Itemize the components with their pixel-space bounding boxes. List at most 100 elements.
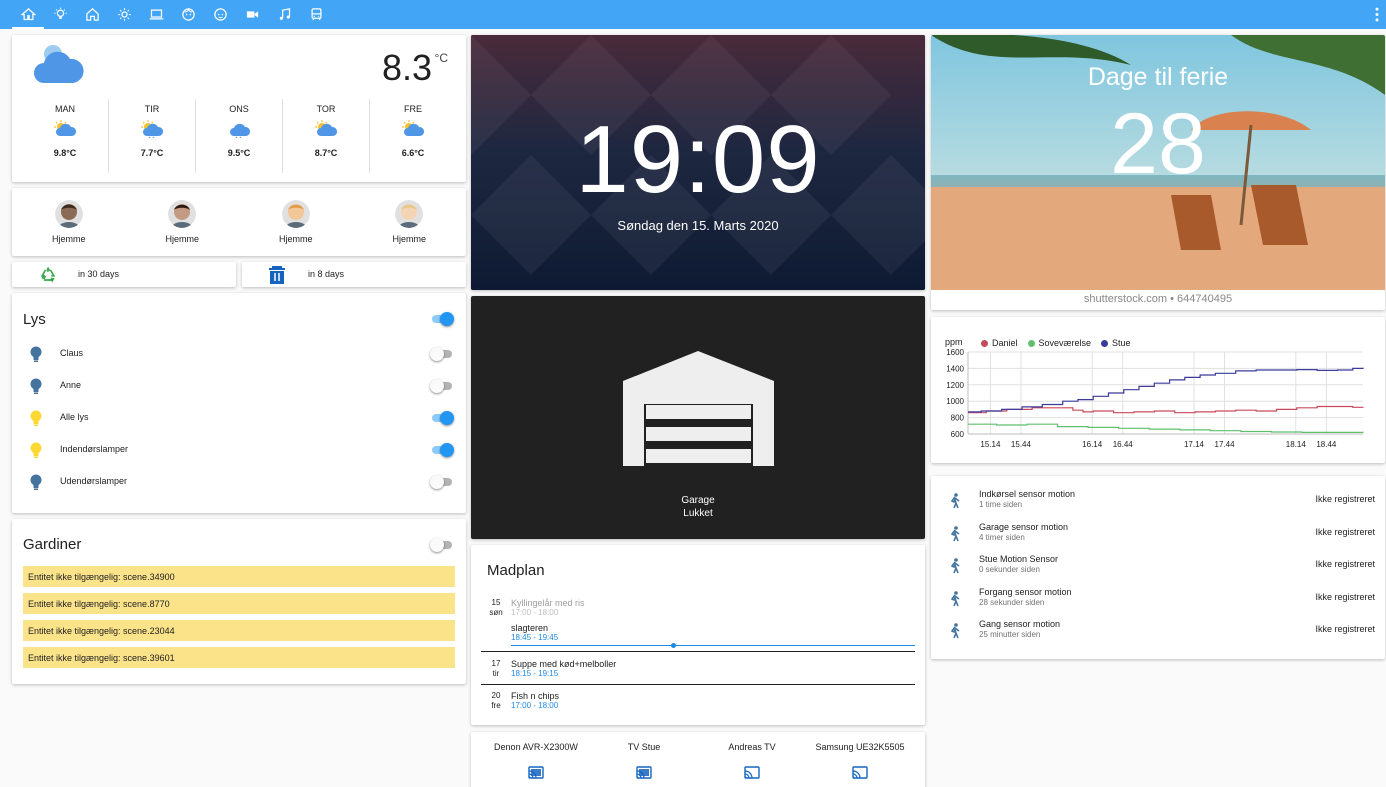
- motion-sensor-last-changed: 0 sekunder siden: [979, 565, 1040, 575]
- cloud-rain-icon: [196, 114, 282, 144]
- tab-lights[interactable]: [44, 0, 76, 29]
- co2-chart-card: Daniel Soveværelse Stue ppm 1600 1400 1200 100…: [931, 317, 1385, 463]
- calendar-date: 15 søn: [489, 598, 503, 617]
- x-tick-label: 17.44: [1215, 440, 1236, 449]
- person-badge[interactable]: Hjemme: [137, 200, 227, 244]
- motion-sensor-name: Garage sensor motion: [979, 521, 1069, 532]
- lightbulb-icon[interactable]: [30, 410, 42, 431]
- calendar-event[interactable]: slagteren 18:45 - 19:45: [511, 623, 558, 642]
- forecast-day-name: ONS: [229, 104, 249, 114]
- motion-sensor-row[interactable]: Gang sensor motion 25 minutter siden Ikke …: [931, 616, 1385, 648]
- tab-home[interactable]: [12, 0, 44, 29]
- person-state: Hjemme: [165, 234, 199, 244]
- light-label: Udendørslamper: [60, 476, 128, 486]
- lys-master-toggle[interactable]: [430, 312, 454, 326]
- media-player-name: Samsung UE32K5505: [815, 742, 905, 752]
- motion-sensor-last-changed: 25 minutter siden: [979, 630, 1041, 640]
- divider: [481, 684, 915, 685]
- gardiner-master-toggle[interactable]: [430, 538, 454, 552]
- lys-card: Lys Claus Anne Alle lys Indendørslamper Uden…: [12, 293, 466, 513]
- calendar-event[interactable]: Suppe med kød+melboller 18:15 - 19:15: [511, 659, 616, 678]
- person-badge[interactable]: Hjemme: [251, 200, 341, 244]
- overflow-menu-button[interactable]: [1370, 0, 1384, 29]
- motion-sensor-row[interactable]: Indkørsel sensor motion 1 time siden Ikke …: [931, 486, 1385, 518]
- tab-video[interactable]: [236, 0, 268, 29]
- forecast-day-name: FRE: [404, 104, 422, 114]
- x-tick-label: 15.14: [980, 440, 1001, 449]
- light-toggle[interactable]: [430, 443, 454, 457]
- walk-icon: [949, 525, 961, 547]
- lightbulb-icon[interactable]: [30, 442, 42, 463]
- lightbulb-icon[interactable]: [30, 378, 42, 399]
- forecast-day: MAN 9.8°C: [22, 99, 109, 173]
- light-toggle[interactable]: [430, 379, 454, 393]
- partly-cloudy-sun-icon: [370, 114, 456, 144]
- motion-sensor-name: Forgang sensor motion: [979, 586, 1072, 597]
- garage-card[interactable]: Garage Lukket: [471, 296, 925, 539]
- forecast-day-name: TIR: [144, 104, 160, 114]
- motion-sensor-last-changed: 28 sekunder siden: [979, 597, 1045, 607]
- light-row: Claus: [12, 342, 466, 366]
- weather-card[interactable]: 8.3 °C MAN 9.8°C TIR 7.7°C ONS 9.5°C TOR 8.7°C F…: [12, 35, 466, 182]
- y-tick-label: 800: [951, 414, 965, 423]
- motion-sensor-last-changed: 4 timer siden: [979, 532, 1025, 542]
- walk-icon: [949, 558, 961, 579]
- garage-name: Garage: [681, 495, 715, 506]
- person-badge[interactable]: Hjemme: [24, 200, 114, 244]
- clock-date: Søndag den 15. Marts 2020: [617, 218, 779, 233]
- tab-face-1[interactable]: [172, 0, 204, 29]
- gardiner-card: Gardiner Entitet ikke tilgængelig: scene…: [12, 519, 466, 684]
- calendar-event[interactable]: Fish n chips 17:00 - 18:00: [511, 691, 559, 710]
- lightbulb-icon[interactable]: [30, 346, 42, 367]
- garage-state: Lukket: [683, 508, 713, 519]
- light-toggle[interactable]: [430, 347, 454, 361]
- cloud-sun-rain-icon: [109, 114, 195, 144]
- partly-cloudy-sun-icon: [283, 114, 369, 144]
- weather-forecast: MAN 9.8°C TIR 7.7°C ONS 9.5°C TOR 8.7°C FRE 6.6°C: [22, 99, 456, 173]
- cast-icon[interactable]: [805, 766, 915, 779]
- tab-face-2[interactable]: [204, 0, 236, 29]
- top-toolbar: [0, 0, 1386, 29]
- tab-brightness[interactable]: [108, 0, 140, 29]
- entity-unavailable-warning: Entitet ikke tilgængelig: scene.23044: [23, 620, 455, 641]
- x-tick-label: 18.14: [1286, 440, 1307, 449]
- forecast-day: TOR 8.7°C: [283, 99, 370, 173]
- motion-sensor-row[interactable]: Garage sensor motion 4 timer siden Ikke re…: [931, 519, 1385, 551]
- x-tick-label: 16.14: [1082, 440, 1103, 449]
- light-label: Anne: [60, 380, 82, 390]
- light-toggle[interactable]: [430, 411, 454, 425]
- calendar-event[interactable]: Kyllingelår med ris 17:00 - 18:00: [511, 598, 585, 617]
- cast-icon[interactable]: [697, 766, 807, 779]
- weather-temperature: 8.3: [381, 47, 432, 88]
- motion-sensor-row[interactable]: Forgang sensor motion 28 sekunder siden Ik…: [931, 584, 1385, 616]
- tab-music[interactable]: [268, 0, 300, 29]
- reminder-recycle-card[interactable]: in 30 days: [12, 262, 236, 287]
- divider: [481, 651, 915, 652]
- lightbulb-icon[interactable]: [30, 474, 42, 495]
- image-watermark: shutterstock.com • 644740495: [931, 290, 1385, 310]
- person-badge[interactable]: Hjemme: [364, 200, 454, 244]
- media-player[interactable]: TV Stue: [589, 732, 699, 779]
- light-label: Indendørslamper: [60, 444, 129, 454]
- reminder-trash-card[interactable]: in 8 days: [242, 262, 466, 287]
- music-icon: [279, 8, 290, 20]
- media-player[interactable]: Denon AVR-X2300W: [481, 732, 591, 779]
- cast-connected-icon[interactable]: [481, 766, 591, 779]
- media-player[interactable]: Samsung UE32K5505: [805, 732, 915, 779]
- light-toggle[interactable]: [430, 475, 454, 489]
- bus-icon: [311, 8, 321, 21]
- motion-sensor-state: Ikke registreret: [1315, 591, 1375, 602]
- trash-can-icon: [269, 266, 285, 284]
- tab-laptop[interactable]: [140, 0, 172, 29]
- series-line-soveværelse: [968, 423, 1364, 433]
- forecast-temp: 9.5°C: [227, 148, 251, 158]
- tab-house[interactable]: [76, 0, 108, 29]
- motion-sensor-row[interactable]: Stue Motion Sensor 0 sekunder siden Ikke r…: [931, 551, 1385, 583]
- cast-connected-icon[interactable]: [589, 766, 699, 779]
- tab-bus[interactable]: [300, 0, 332, 29]
- gardiner-title: Gardiner: [23, 536, 82, 553]
- avatar: [364, 200, 454, 228]
- motion-sensor-state: Ikke registreret: [1315, 624, 1375, 635]
- forecast-temp: 7.7°C: [140, 148, 164, 158]
- media-player[interactable]: Andreas TV: [697, 732, 807, 779]
